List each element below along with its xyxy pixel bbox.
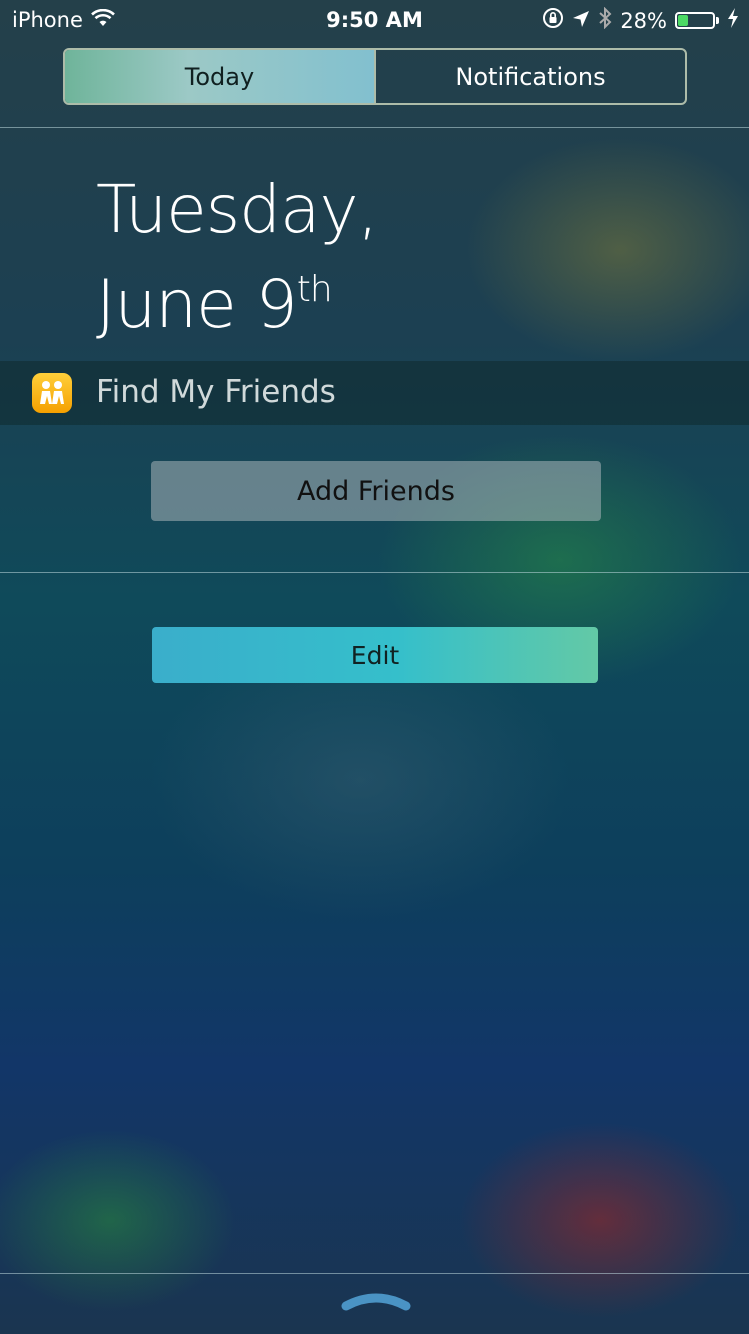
add-friends-button[interactable]: Add Friends bbox=[151, 461, 601, 521]
tab-today[interactable]: Today bbox=[65, 50, 374, 103]
top-divider bbox=[0, 127, 749, 128]
location-arrow-icon bbox=[572, 9, 590, 33]
date-header: Tuesday, June 9th bbox=[96, 170, 378, 345]
date-weekday: Tuesday, bbox=[96, 171, 378, 248]
find-my-friends-widget-header[interactable]: Find My Friends bbox=[0, 361, 749, 425]
battery-percent: 28% bbox=[620, 8, 667, 33]
date-ordinal-suffix: th bbox=[296, 269, 333, 310]
bottom-divider bbox=[0, 1273, 749, 1274]
close-handle-icon[interactable] bbox=[340, 1288, 412, 1314]
orientation-lock-icon bbox=[542, 7, 564, 34]
charging-bolt-icon bbox=[727, 8, 739, 33]
tab-notifications[interactable]: Notifications bbox=[374, 50, 685, 103]
today-notifications-tabs: Today Notifications bbox=[63, 48, 687, 105]
edit-button[interactable]: Edit bbox=[152, 627, 598, 683]
date-month-day-line: June 9th bbox=[96, 250, 378, 345]
bluetooth-icon bbox=[598, 6, 612, 34]
find-my-friends-icon bbox=[32, 373, 72, 413]
status-right: 28% bbox=[542, 6, 739, 34]
battery-icon bbox=[675, 12, 719, 29]
status-bar: iPhone 9:50 AM 28% bbox=[0, 0, 749, 40]
widget-divider bbox=[0, 572, 749, 573]
date-month-day: June 9 bbox=[96, 266, 298, 343]
widget-title: Find My Friends bbox=[96, 374, 336, 410]
